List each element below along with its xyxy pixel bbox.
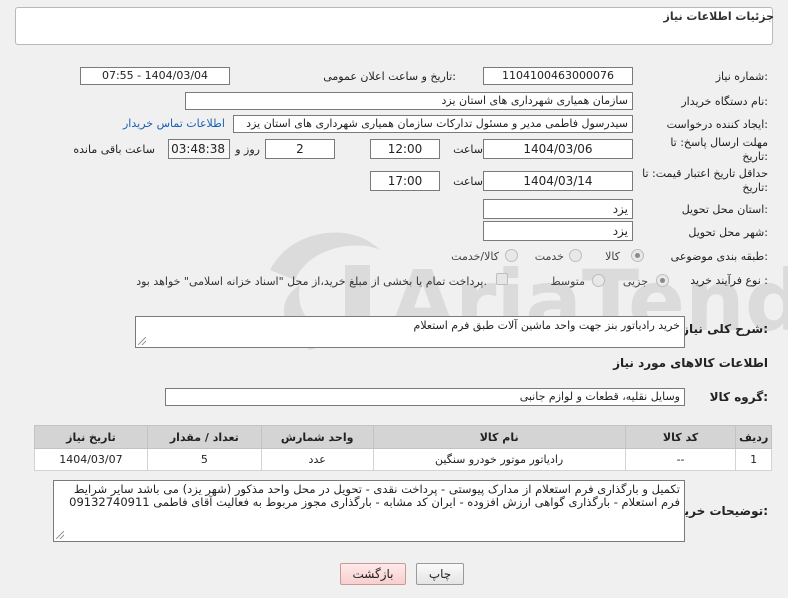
category-radio-service[interactable]: [569, 249, 582, 262]
reply-deadline-label: مهلت ارسال پاسخ: تا تاریخ:: [670, 136, 768, 163]
col-item-name: نام کالا: [372, 425, 626, 449]
validity-time-label: ساعت: [453, 175, 483, 188]
resize-grip-icon[interactable]: [138, 337, 146, 345]
goods-group-label: گروه کالا:: [709, 390, 768, 404]
days-label: روز و: [235, 143, 260, 156]
process-radio-medium[interactable]: [592, 274, 605, 287]
goods-table-header: ردیف کد کالا نام کالا واحد شمارش تعداد /…: [34, 425, 772, 449]
buyer-contact-link[interactable]: اطلاعات تماس خریدار: [123, 117, 225, 130]
buyer-org-label: نام دستگاه خریدار:: [681, 95, 768, 108]
treasury-payment-note: پرداخت تمام یا بخشی از مبلغ خرید،از محل …: [136, 275, 487, 288]
creator-label: ایجاد کننده درخواست:: [666, 118, 768, 131]
goods-info-title: اطلاعات کالاهای مورد نیاز: [613, 356, 768, 370]
col-quantity: تعداد / مقدار: [146, 425, 262, 449]
city-label: شهر محل تحویل:: [688, 226, 768, 239]
validity-time-field[interactable]: 17:00: [370, 171, 440, 191]
buyer-notes-text: تکمیل و بارگذاری فرم استعلام از مدارک پی…: [69, 482, 680, 509]
resize-grip-icon[interactable]: [56, 531, 64, 539]
treasury-payment-checkbox[interactable]: [496, 273, 508, 285]
days-field[interactable]: 2: [265, 139, 335, 159]
cell-unit: عدد: [260, 448, 374, 471]
table-row[interactable]: 1 -- رادیاتور موتور خودرو سنگین عدد 5 14…: [34, 448, 772, 471]
category-label: طبقه بندی موضوعی:: [670, 250, 768, 263]
col-item-code: کد کالا: [624, 425, 737, 449]
description-text: خرید رادیاتور بنز جهت واحد ماشین آلات طب…: [413, 319, 680, 332]
process-option-minor: جزیی: [622, 275, 648, 288]
process-type-label: نوع فرآیند خرید :: [690, 274, 768, 287]
print-button[interactable]: چاپ: [416, 563, 464, 585]
cell-row-number: 1: [735, 448, 772, 471]
creator-field[interactable]: سیدرسول فاطمی مدیر و مسئول تدارکات سازما…: [233, 115, 633, 133]
province-label: استان محل تحویل:: [681, 203, 768, 216]
cell-need-date: 1404/03/07: [34, 448, 148, 471]
back-button[interactable]: بازگشت: [340, 563, 406, 585]
col-row-number: ردیف: [735, 425, 772, 449]
process-option-medium: متوسط: [550, 275, 585, 288]
category-radio-goods[interactable]: [631, 249, 644, 262]
province-field[interactable]: یزد: [483, 199, 633, 219]
announce-field[interactable]: 1404/03/04 - 07:55: [80, 67, 230, 85]
goods-group-field[interactable]: وسایل نقلیه، قطعات و لوازم جانبی: [165, 388, 685, 406]
description-label: شرح کلی نیاز:: [682, 322, 768, 336]
cell-item-code: --: [624, 448, 737, 471]
price-validity-label: حداقل تاریخ اعتبار قیمت: تا تاریخ:: [642, 167, 768, 194]
col-need-date: تاریخ نیاز: [34, 425, 148, 449]
category-option-goods-service: کالا/خدمت: [451, 250, 499, 263]
need-number-label: شماره نیاز:: [715, 70, 768, 83]
category-option-goods: کالا: [605, 250, 620, 263]
reply-time-label: ساعت: [453, 143, 483, 156]
need-number-field[interactable]: 1104100463000076: [483, 67, 633, 85]
reply-date-field[interactable]: 1404/03/06: [483, 139, 633, 159]
reply-time-field[interactable]: 12:00: [370, 139, 440, 159]
buyer-notes-field[interactable]: تکمیل و بارگذاری فرم استعلام از مدارک پی…: [53, 480, 685, 542]
category-radio-goods-service[interactable]: [505, 249, 518, 262]
goods-table: ردیف کد کالا نام کالا واحد شمارش تعداد /…: [34, 425, 772, 471]
buyer-org-field[interactable]: سازمان همیاری شهرداری های استان یزد: [185, 92, 633, 110]
header-panel: [15, 7, 773, 45]
category-option-service: خدمت: [534, 250, 564, 263]
remaining-time-field: 03:48:38: [168, 139, 230, 159]
col-unit: واحد شمارش: [260, 425, 374, 449]
cell-quantity: 5: [146, 448, 262, 471]
remaining-time-label: ساعت باقی مانده: [73, 143, 155, 156]
process-radio-minor[interactable]: [656, 274, 669, 287]
city-field[interactable]: یزد: [483, 221, 633, 241]
validity-date-field[interactable]: 1404/03/14: [483, 171, 633, 191]
page-title: جزئیات اطلاعات نیاز: [663, 10, 775, 23]
announce-label: تاریخ و ساعت اعلان عمومی:: [323, 70, 456, 83]
cell-item-name: رادیاتور موتور خودرو سنگین: [372, 448, 626, 471]
description-field[interactable]: خرید رادیاتور بنز جهت واحد ماشین آلات طب…: [135, 316, 685, 348]
